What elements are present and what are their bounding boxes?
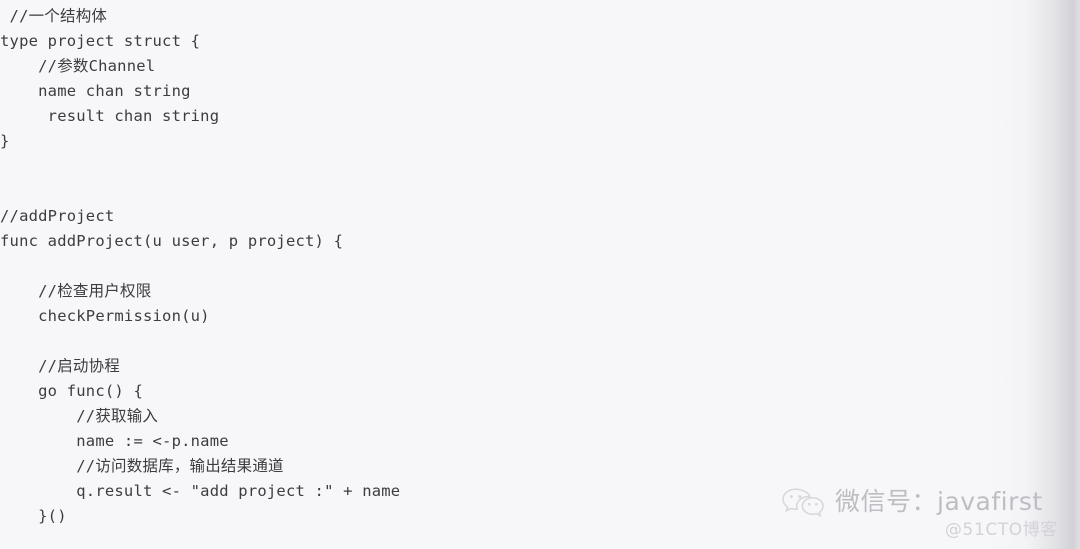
code-line: //检查用户权限 xyxy=(0,282,152,300)
code-line: //参数Channel xyxy=(0,57,156,75)
code-line: type project struct { xyxy=(0,32,201,50)
code-line: } xyxy=(0,132,10,150)
code-line: go func() { xyxy=(0,382,143,400)
code-snippet-image: //一个结构体 type project struct { //参数Channel… xyxy=(0,0,1080,549)
go-code-block: //一个结构体 type project struct { //参数Channel… xyxy=(0,0,1000,549)
code-line: //获取输入 xyxy=(0,407,159,425)
code-line: //访问数据库，输出结果通道 xyxy=(0,457,284,475)
code-line: q.result <- "add project :" + name xyxy=(0,482,401,500)
code-line: name chan string xyxy=(0,82,191,100)
code-line: //一个结构体 xyxy=(0,7,108,25)
code-line: name := <-p.name xyxy=(0,432,229,450)
code-line: }() xyxy=(0,507,67,525)
code-line: result chan string xyxy=(0,107,220,125)
code-line: func addProject(u user, p project) { xyxy=(0,232,344,250)
code-line: checkPermission(u) xyxy=(0,307,210,325)
code-surface: //一个结构体 type project struct { //参数Channel… xyxy=(0,0,1080,549)
code-line: //addProject xyxy=(0,207,115,225)
code-line: //启动协程 xyxy=(0,357,120,375)
